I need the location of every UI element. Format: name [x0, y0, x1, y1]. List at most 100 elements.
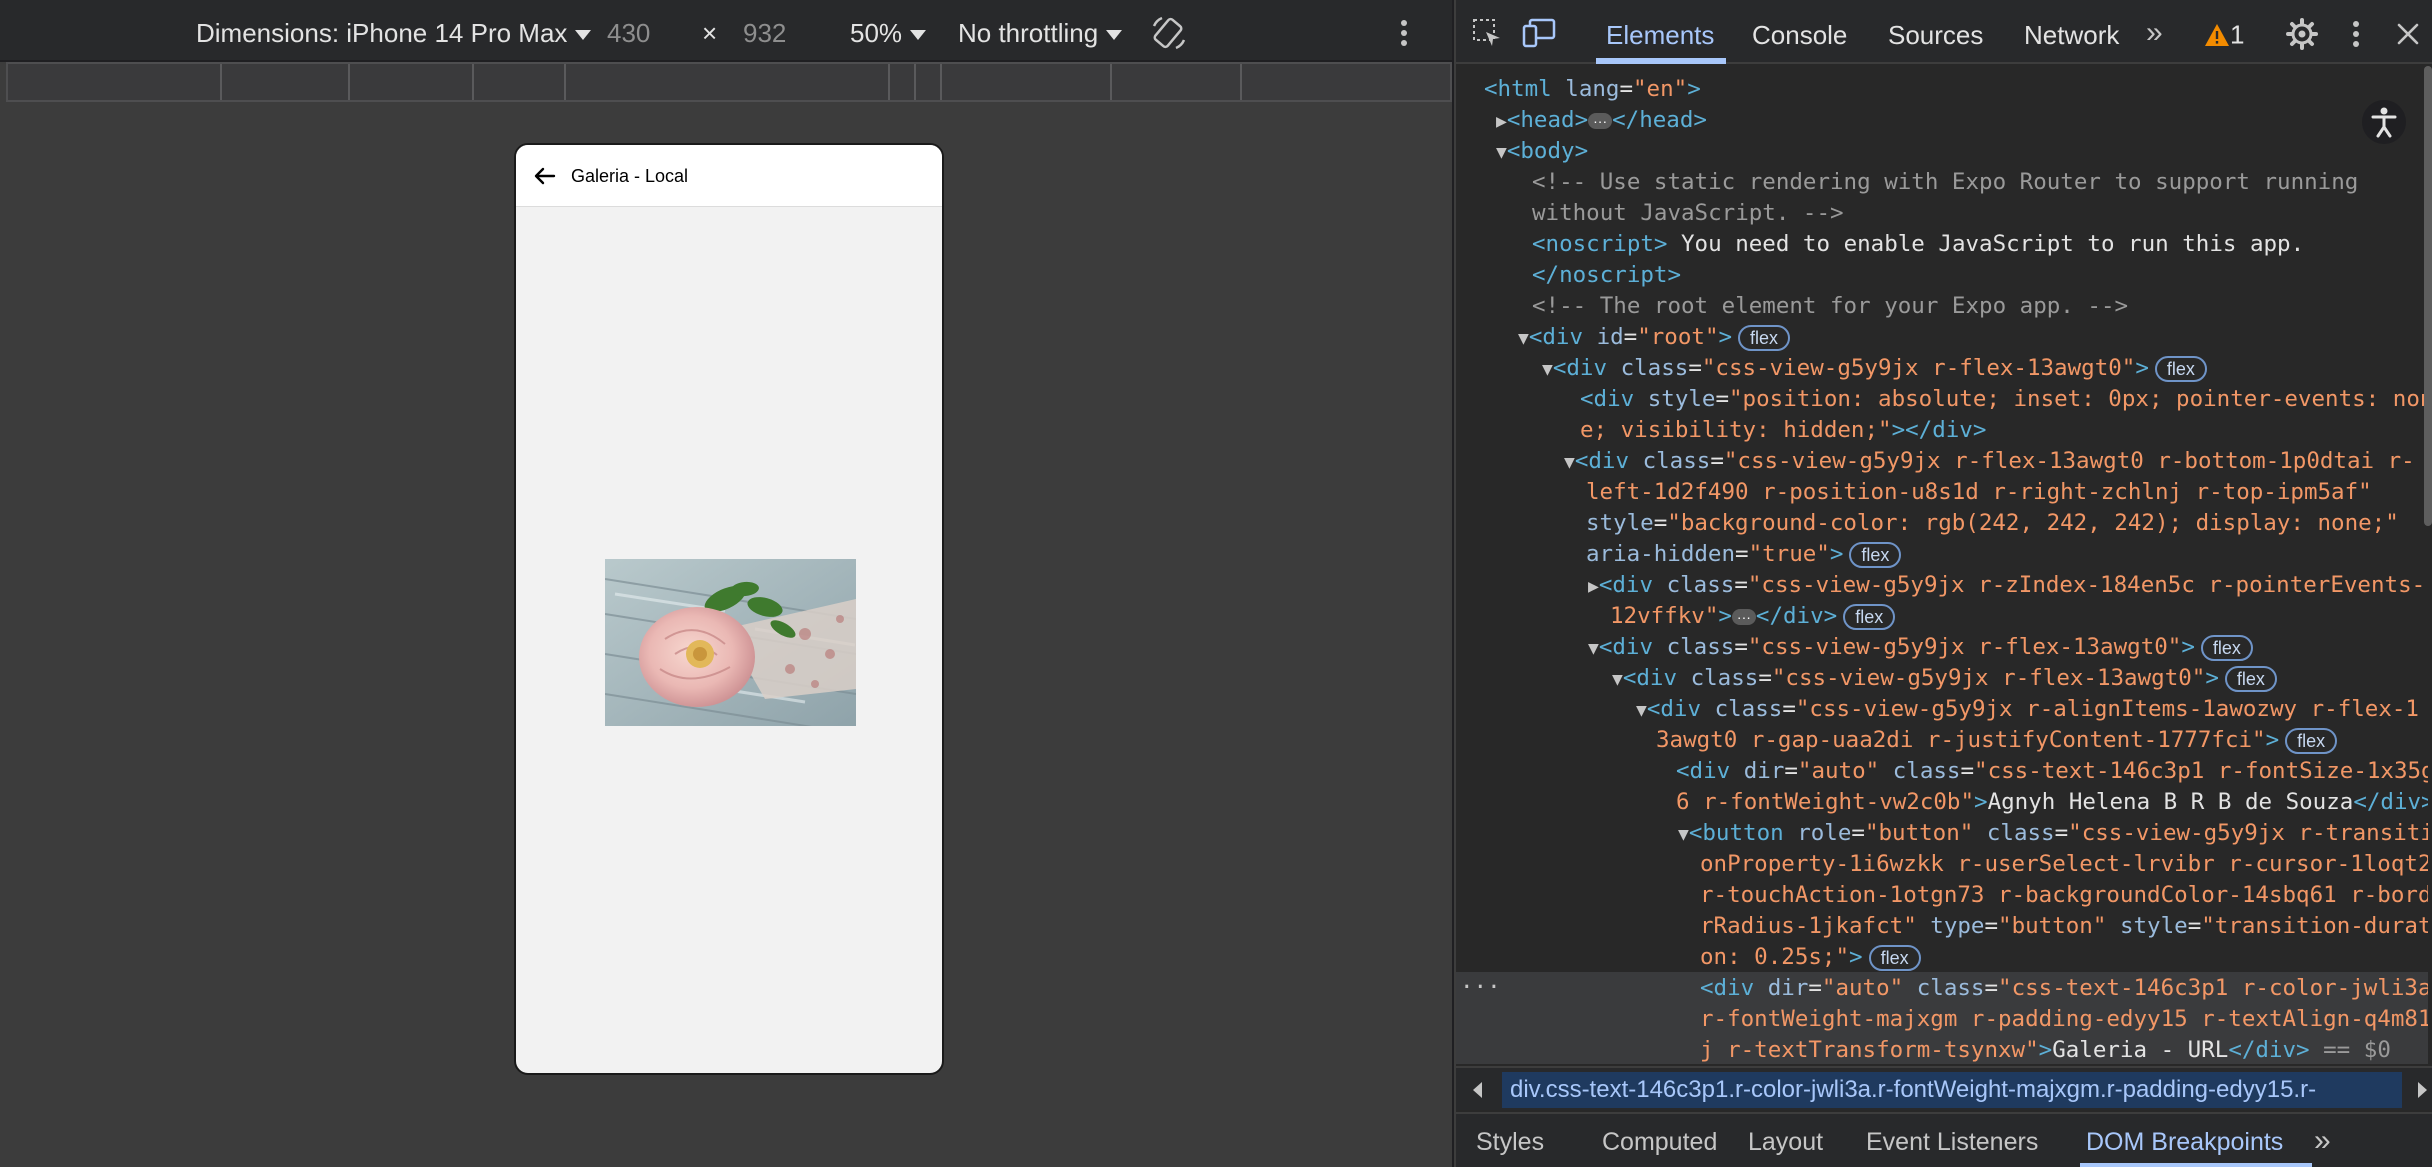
- dom-node-line[interactable]: without JavaScript. -->: [1532, 198, 1844, 229]
- dom-node-line[interactable]: ▼<div class="css-view-g5y9jx r-flex-13aw…: [1564, 446, 2415, 478]
- dom-node-line[interactable]: ▼<button role="button" class="css-view-g…: [1678, 818, 2428, 850]
- tab-computed[interactable]: Computed: [1602, 1128, 1717, 1157]
- dom-node-line[interactable]: ▼<div id="root"> flex: [1518, 322, 1791, 354]
- tab-styles[interactable]: Styles: [1476, 1128, 1544, 1157]
- media-query-segment[interactable]: [348, 64, 350, 100]
- tab-sources[interactable]: Sources: [1888, 20, 1983, 51]
- flex-badge[interactable]: flex: [2200, 634, 2253, 661]
- dom-node-line[interactable]: aria-hidden="true"> flex: [1586, 539, 1902, 570]
- height-input[interactable]: 932: [743, 18, 786, 49]
- expand-toggle-icon[interactable]: ▼: [1496, 142, 1507, 163]
- warning-count: 1: [2230, 19, 2245, 50]
- dom-node-line[interactable]: left-1d2f490 r-position-u8s1d r-right-zc…: [1586, 477, 2372, 508]
- collapsed-content-ellipsis[interactable]: ···: [1731, 608, 1756, 625]
- media-query-segment[interactable]: [220, 64, 222, 100]
- flex-badge[interactable]: flex: [2285, 727, 2338, 754]
- flex-badge[interactable]: flex: [2154, 355, 2207, 382]
- accessibility-icon[interactable]: [2360, 98, 2408, 146]
- collapsed-content-ellipsis[interactable]: ···: [1588, 112, 1613, 129]
- more-sidebar-tabs-button[interactable]: »: [2314, 1124, 2331, 1158]
- chevron-down-icon: [575, 30, 592, 41]
- tab-network[interactable]: Network: [2024, 20, 2119, 51]
- flex-badge[interactable]: flex: [1843, 603, 1896, 630]
- flex-badge[interactable]: flex: [1738, 324, 1791, 351]
- zoom-dropdown[interactable]: 50%: [850, 18, 927, 49]
- tab-layout[interactable]: Layout: [1748, 1128, 1823, 1157]
- breadcrumb[interactable]: div.css-text-146c3p1.r-color-jwli3a.r-fo…: [1502, 1072, 2402, 1108]
- dom-node-line[interactable]: <html lang="en">: [1484, 74, 1701, 105]
- media-query-segment[interactable]: [1240, 64, 1242, 100]
- expand-toggle-icon[interactable]: ▼: [1588, 638, 1599, 659]
- throttling-dropdown[interactable]: No throttling: [958, 18, 1123, 49]
- dom-tree[interactable]: ··· <html lang="en"> ▶<head> ··· </head> ▼<b…: [1456, 66, 2428, 1064]
- dom-node-line[interactable]: ▼<div class="css-view-g5y9jx r-flex-13aw…: [1612, 663, 2277, 695]
- inspect-element-icon[interactable]: [1472, 18, 1502, 48]
- tab-elements[interactable]: Elements: [1606, 20, 1714, 51]
- close-icon[interactable]: [2396, 22, 2420, 46]
- scroll-right-icon[interactable]: [2414, 1080, 2430, 1100]
- active-sidebar-tab-indicator: [2080, 1163, 2312, 1167]
- more-tabs-button[interactable]: »: [2146, 16, 2163, 50]
- dom-node-line[interactable]: 3awgt0 r-gap-uaa2di r-justifyContent-177…: [1656, 725, 2338, 756]
- scroll-thumb[interactable]: [2424, 66, 2432, 526]
- rotate-icon[interactable]: [1150, 14, 1188, 52]
- warnings-badge[interactable]: 1: [2204, 18, 2244, 51]
- media-query-segment[interactable]: [1110, 64, 1112, 100]
- media-query-segment[interactable]: [940, 64, 942, 100]
- dom-node-line[interactable]: <div style="position: absolute; inset: 0…: [1580, 384, 2428, 415]
- expand-toggle-icon[interactable]: ▶: [1496, 111, 1507, 132]
- dom-node-line[interactable]: r-fontWeight-majxgm r-padding-edyy15 r-t…: [1700, 1004, 2428, 1035]
- expand-toggle-icon[interactable]: ▼: [1542, 359, 1553, 380]
- dom-node-line[interactable]: ▼<div class="css-view-g5y9jx r-flex-13aw…: [1542, 353, 2207, 385]
- expand-toggle-icon[interactable]: ▼: [1518, 328, 1529, 349]
- customize-menu-icon[interactable]: [2348, 20, 2364, 50]
- dom-node-line[interactable]: <div dir="auto" class="css-text-146c3p1 …: [1700, 973, 2428, 1004]
- dom-node-line[interactable]: <noscript> You need to enable JavaScript…: [1532, 229, 2304, 260]
- more-options-icon[interactable]: [1396, 18, 1412, 48]
- dom-node-line[interactable]: <!-- The root element for your Expo app.…: [1532, 291, 2128, 322]
- dom-node-line[interactable]: onProperty-1i6wzkk r-userSelect-lrvibr r…: [1700, 849, 2428, 880]
- dom-tree-scrollbar[interactable]: [2422, 66, 2432, 526]
- tab-event-listeners[interactable]: Event Listeners: [1866, 1128, 2038, 1157]
- width-input[interactable]: 430: [607, 18, 650, 49]
- dom-node-line[interactable]: 6 r-fontWeight-vw2c0b">Agnyh Helena B R …: [1676, 787, 2428, 818]
- dom-node-line[interactable]: 12vffkv"> ··· </div> flex: [1610, 601, 1896, 632]
- swap-dimensions-button[interactable]: ×: [702, 18, 717, 49]
- dom-node-line[interactable]: ▼<div class="css-view-g5y9jx r-flex-13aw…: [1588, 632, 2253, 664]
- dom-node-line[interactable]: ▼<div class="css-view-g5y9jx r-alignItem…: [1636, 694, 2419, 726]
- dom-node-line[interactable]: ▶<div class="css-view-g5y9jx r-zIndex-18…: [1588, 570, 2425, 602]
- media-query-bar[interactable]: [6, 62, 1452, 102]
- expand-toggle-icon[interactable]: ▶: [1588, 576, 1599, 597]
- dom-node-line[interactable]: e; visibility: hidden;"></div>: [1580, 415, 1986, 446]
- dom-node-line[interactable]: r-touchAction-1otgn73 r-backgroundColor-…: [1700, 880, 2428, 911]
- dom-node-line[interactable]: rRadius-1jkafct" type="button" style="tr…: [1700, 911, 2428, 942]
- expand-toggle-icon[interactable]: ▼: [1636, 700, 1647, 721]
- media-query-segment[interactable]: [914, 64, 916, 100]
- scroll-left-icon[interactable]: [1470, 1080, 1486, 1100]
- dom-node-line[interactable]: <!-- Use static rendering with Expo Rout…: [1532, 167, 2358, 198]
- media-query-segment[interactable]: [564, 64, 566, 100]
- dom-node-line[interactable]: on: 0.25s;"> flex: [1700, 942, 1921, 973]
- settings-gear-icon[interactable]: [2286, 18, 2318, 50]
- dom-node-line[interactable]: <div dir="auto" class="css-text-146c3p1 …: [1676, 756, 2428, 787]
- dom-node-line[interactable]: ▶<head> ··· </head>: [1496, 105, 1707, 137]
- warning-icon: [2205, 24, 2229, 47]
- expand-toggle-icon[interactable]: ▼: [1564, 452, 1575, 473]
- flex-badge[interactable]: flex: [1868, 944, 1921, 971]
- flex-badge[interactable]: flex: [1849, 541, 1902, 568]
- media-query-segment[interactable]: [888, 64, 890, 100]
- dimensions-dropdown[interactable]: Dimensions: iPhone 14 Pro Max: [196, 18, 592, 49]
- back-arrow-icon[interactable]: [530, 161, 560, 191]
- tab-console[interactable]: Console: [1752, 20, 1847, 51]
- flex-badge[interactable]: flex: [2224, 665, 2277, 692]
- dom-node-line[interactable]: ▼<body>: [1496, 136, 1588, 168]
- node-actions-ellipsis[interactable]: ···: [1460, 972, 1501, 1003]
- media-query-segment[interactable]: [472, 64, 474, 100]
- device-toolbar-icon[interactable]: [1522, 18, 1556, 48]
- dom-node-line[interactable]: style="background-color: rgb(242, 242, 2…: [1586, 508, 2399, 539]
- tab-dom-breakpoints[interactable]: DOM Breakpoints: [2086, 1128, 2283, 1157]
- dom-node-line[interactable]: j r-textTransform-tsynxw">Galeria - URL<…: [1700, 1035, 2391, 1064]
- expand-toggle-icon[interactable]: ▼: [1678, 824, 1689, 845]
- expand-toggle-icon[interactable]: ▼: [1612, 669, 1623, 690]
- dom-node-line[interactable]: </noscript>: [1532, 260, 1681, 291]
